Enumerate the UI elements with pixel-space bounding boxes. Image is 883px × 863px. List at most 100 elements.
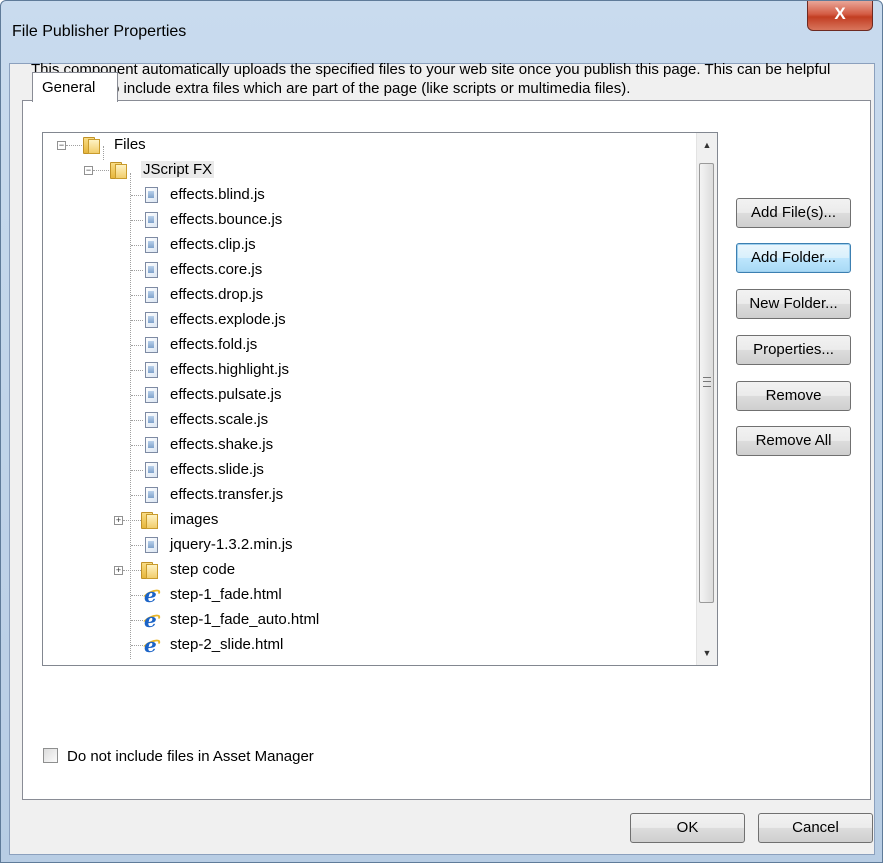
file-tree[interactable]: − Files − JScript FX effects.blind.js ef… <box>42 132 718 666</box>
asset-manager-checkbox[interactable] <box>43 748 58 763</box>
js-file-icon <box>145 287 158 303</box>
tree-file-item[interactable]: effects.clip.js <box>43 233 693 258</box>
file-publisher-properties-dialog: File Publisher Properties X General This… <box>0 0 883 863</box>
tab-general-label: General <box>42 79 96 96</box>
tree-node-images[interactable]: + images <box>43 508 693 533</box>
js-file-icon <box>145 462 158 478</box>
tree-connector <box>131 245 143 246</box>
scroll-down-arrow-icon[interactable]: ▼ <box>697 643 717 663</box>
ok-button[interactable]: OK <box>630 813 745 843</box>
scroll-up-arrow-icon[interactable]: ▲ <box>697 135 717 155</box>
tree-node-label: effects.scale.js <box>170 411 269 428</box>
js-file-icon <box>145 312 158 328</box>
js-file-icon <box>145 187 158 203</box>
tree-node-label: step-1_fade.html <box>170 586 282 603</box>
tree-node-label: JScript FX <box>141 161 215 178</box>
tree-file-item[interactable]: effects.slide.js <box>43 458 693 483</box>
add-folder-button[interactable]: Add Folder... <box>736 243 851 273</box>
tree-connector <box>66 145 84 146</box>
js-file-icon <box>145 212 158 228</box>
tree-connector <box>131 295 143 296</box>
tree-connector <box>131 195 143 196</box>
tree-vertical-scrollbar[interactable]: ▲ ▼ <box>696 133 717 665</box>
js-file-icon <box>145 412 158 428</box>
tree-file-item[interactable]: e step-1_fade.html <box>43 583 693 608</box>
cancel-button[interactable]: Cancel <box>758 813 873 843</box>
tree-file-item[interactable]: effects.fold.js <box>43 333 693 358</box>
tree-file-item[interactable]: effects.bounce.js <box>43 208 693 233</box>
tree-node-label: effects.slide.js <box>170 461 264 478</box>
properties-button[interactable]: Properties... <box>736 335 851 365</box>
remove-button[interactable]: Remove <box>736 381 851 411</box>
tab-general[interactable]: General <box>32 72 118 102</box>
tree-connector <box>131 320 143 321</box>
tree-connector <box>131 370 143 371</box>
tree-connector <box>93 170 111 171</box>
tree-connector <box>131 445 143 446</box>
tree-file-item[interactable]: effects.transfer.js <box>43 483 693 508</box>
new-folder-button[interactable]: New Folder... <box>736 289 851 319</box>
tree-file-item[interactable]: effects.drop.js <box>43 283 693 308</box>
tree-connector <box>131 495 143 496</box>
html-file-icon: e <box>141 583 162 607</box>
expand-icon[interactable]: + <box>114 516 123 525</box>
tree-file-item[interactable]: e step-1_fade_auto.html <box>43 608 693 633</box>
collapse-icon[interactable]: − <box>84 166 93 175</box>
tree-file-item[interactable]: effects.pulsate.js <box>43 383 693 408</box>
tree-connector <box>131 620 143 621</box>
js-file-icon <box>145 237 158 253</box>
folder-icon <box>141 562 158 579</box>
close-button[interactable]: X <box>807 1 873 31</box>
folder-icon <box>110 162 127 179</box>
tree-file-item[interactable]: e step-2_slide.html <box>43 633 693 658</box>
asset-manager-checkbox-label[interactable]: Do not include files in Asset Manager <box>67 748 314 765</box>
tree-node-label: images <box>170 511 219 528</box>
tree-file-item[interactable]: effects.shake.js <box>43 433 693 458</box>
expand-icon[interactable]: + <box>114 566 123 575</box>
tree-file-item[interactable]: effects.blind.js <box>43 183 693 208</box>
add-files-button[interactable]: Add File(s)... <box>736 198 851 228</box>
tree-node-step-code[interactable]: + step code <box>43 558 693 583</box>
folder-icon <box>83 137 100 154</box>
tree-node-label: jquery-1.3.2.min.js <box>170 536 293 553</box>
dialog-title: File Publisher Properties <box>12 23 187 40</box>
tree-connector <box>131 545 143 546</box>
tree-node-label: Files <box>114 136 146 153</box>
tree-node-label: effects.drop.js <box>170 286 264 303</box>
tree-node-label: step-1_fade_auto.html <box>170 611 320 628</box>
tree-connector <box>131 595 143 596</box>
tree-node-files-root[interactable]: − Files <box>43 133 693 158</box>
html-file-icon: e <box>141 608 162 632</box>
tree-file-item[interactable]: effects.explode.js <box>43 308 693 333</box>
tree-node-label: effects.highlight.js <box>170 361 289 378</box>
tree-node-label: effects.shake.js <box>170 436 274 453</box>
js-file-icon <box>145 262 158 278</box>
tree-node-label: effects.transfer.js <box>170 486 284 503</box>
tree-node-label: effects.clip.js <box>170 236 256 253</box>
scrollbar-thumb[interactable] <box>699 163 714 603</box>
tree-connector <box>131 220 143 221</box>
js-file-icon <box>145 437 158 453</box>
tree-node-label: effects.bounce.js <box>170 211 283 228</box>
tree-connector <box>131 395 143 396</box>
tree-node-label: step code <box>170 561 236 578</box>
tree-file-item[interactable]: effects.scale.js <box>43 408 693 433</box>
js-file-icon <box>145 362 158 378</box>
js-file-icon <box>145 537 158 553</box>
tree-connector <box>131 345 143 346</box>
collapse-icon[interactable]: − <box>57 141 66 150</box>
tree-file-item[interactable]: effects.core.js <box>43 258 693 283</box>
tree-connector <box>123 570 143 571</box>
tree-node-label: effects.explode.js <box>170 311 286 328</box>
tree-file-item[interactable]: jquery-1.3.2.min.js <box>43 533 693 558</box>
tree-connector <box>131 270 143 271</box>
tree-node-label: effects.blind.js <box>170 186 265 203</box>
tree-file-item[interactable]: effects.highlight.js <box>43 358 693 383</box>
remove-all-button[interactable]: Remove All <box>736 426 851 456</box>
tree-connector <box>123 520 143 521</box>
close-icon: X <box>834 4 846 23</box>
html-file-icon: e <box>141 633 162 657</box>
tree-connector <box>131 470 143 471</box>
title-bar[interactable]: File Publisher Properties X <box>1 1 882 63</box>
tree-node-jscript-fx[interactable]: − JScript FX <box>43 158 693 183</box>
